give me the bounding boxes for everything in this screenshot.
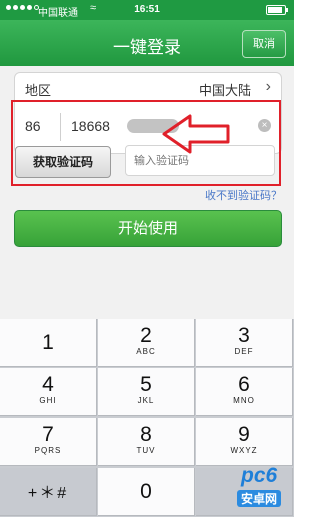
- arrow-left-icon: [162, 114, 230, 154]
- key-letters: TUV: [136, 446, 156, 455]
- key-letters: JKL: [137, 396, 155, 405]
- key-3[interactable]: 3 DEF: [196, 319, 293, 367]
- battery-icon: [266, 5, 288, 15]
- nav-bar: 一键登录 取消: [0, 20, 294, 66]
- watermark-sub: 安卓网: [237, 490, 282, 507]
- key-digit: 0: [140, 480, 152, 503]
- start-button[interactable]: 开始使用: [14, 210, 282, 247]
- watermark-text: pc6: [241, 464, 278, 487]
- key-digit: 1: [42, 331, 54, 354]
- key-5[interactable]: 5 JKL: [98, 368, 195, 416]
- key-letters: DEF: [234, 347, 254, 356]
- key-1[interactable]: 1: [0, 319, 97, 367]
- key-2[interactable]: 2 ABC: [98, 319, 195, 367]
- key-digit: 7: [42, 423, 54, 446]
- key-6[interactable]: 6 MNO: [196, 368, 293, 416]
- key-digit: 9: [238, 423, 250, 446]
- key-digit: 5: [140, 373, 152, 396]
- key-4[interactable]: 4 GHI: [0, 368, 97, 416]
- key-0[interactable]: 0: [98, 468, 195, 516]
- region-value: 中国大陆: [198, 83, 251, 98]
- key-symbols[interactable]: +＊#: [0, 468, 97, 516]
- region-selector[interactable]: 地区 中国大陆 ›: [15, 73, 281, 102]
- no-code-link[interactable]: 收不到验证码？: [205, 187, 282, 203]
- key-8[interactable]: 8 TUV: [98, 418, 195, 466]
- key-digit: 3: [238, 324, 250, 347]
- status-bar: 中国联通 ≈ 16:51: [0, 0, 294, 20]
- key-digit: 4: [42, 373, 54, 396]
- cancel-button[interactable]: 取消: [242, 30, 286, 58]
- chevron-right-icon: ›: [265, 78, 271, 95]
- key-letters: ABC: [136, 347, 156, 356]
- watermark-logo: pc6 安卓网: [231, 452, 291, 512]
- key-digit: 6: [238, 373, 250, 396]
- key-digit: 2: [140, 324, 152, 347]
- key-letters: PQRS: [34, 446, 62, 455]
- status-time: 16:51: [134, 4, 160, 15]
- key-letters: GHI: [39, 396, 57, 405]
- key-digit: 8: [140, 423, 152, 446]
- key-7[interactable]: 7 PQRS: [0, 418, 97, 466]
- region-label: 地区: [25, 83, 52, 98]
- highlight-box: [11, 100, 281, 186]
- key-digit: +＊#: [27, 485, 69, 502]
- key-letters: MNO: [233, 396, 255, 405]
